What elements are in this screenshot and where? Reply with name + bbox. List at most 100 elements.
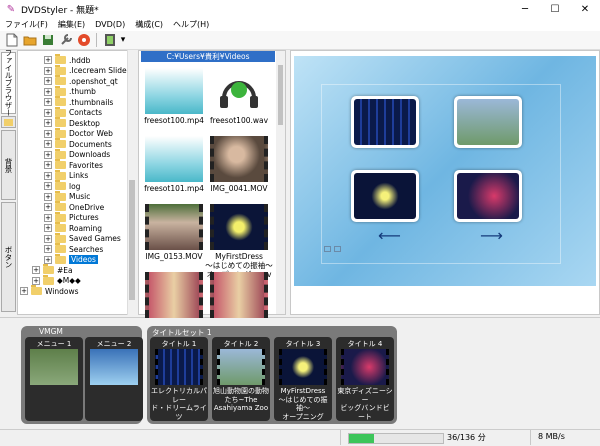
file-thumbnail[interactable] — [210, 68, 268, 114]
title-card-text: 旭山動物園の動物 たち~The Asahiyama Zoo — [213, 387, 269, 412]
menu-dvd[interactable]: DVD(D) — [90, 20, 130, 29]
expand-icon[interactable]: + — [44, 77, 52, 85]
expand-icon[interactable]: + — [20, 287, 28, 295]
expand-icon[interactable]: + — [44, 245, 52, 253]
menu-card-thumbnail — [90, 349, 138, 385]
window-title: DVDStyler - 無題* — [21, 5, 99, 16]
tree-item-label: Music — [69, 192, 91, 201]
expand-icon[interactable]: + — [44, 182, 52, 190]
file-thumbnail[interactable] — [145, 204, 203, 250]
menu-canvas[interactable]: ⟵ ⟶ — [294, 56, 596, 286]
folder-icon — [55, 138, 66, 148]
title-card[interactable]: タイトル 2 旭山動物園の動物 たち~The Asahiyama Zoo — [212, 337, 270, 421]
title-card-thumbnail — [217, 349, 265, 385]
new-file-button[interactable] — [3, 32, 20, 48]
tree-item-label: Downloads — [69, 150, 111, 159]
title-card[interactable]: タイトル 4 東京ディズニーシー ビッグバンドビート — [336, 337, 394, 421]
tree-item-label: Searches — [69, 244, 104, 254]
tab-file-browser[interactable]: ファイルブラウザー — [1, 49, 16, 117]
expand-icon[interactable]: + — [32, 276, 40, 285]
burn-button[interactable] — [75, 32, 92, 48]
expand-icon[interactable]: + — [44, 87, 52, 96]
file-thumbnail[interactable] — [210, 272, 268, 318]
folder-icon — [55, 211, 66, 222]
menu-edit[interactable]: 編集(E) — [53, 19, 90, 30]
folder-icon — [55, 106, 66, 117]
expand-icon[interactable]: + — [32, 266, 40, 274]
expand-icon[interactable]: + — [44, 192, 52, 201]
file-thumbnail[interactable] — [210, 204, 268, 250]
tree-scroll-thumb[interactable] — [129, 180, 135, 300]
expand-icon[interactable]: + — [44, 66, 52, 75]
expand-icon[interactable]: + — [44, 224, 52, 232]
tab-buttons[interactable]: ボタン — [1, 202, 16, 312]
menu-file[interactable]: ファイル(F) — [0, 19, 53, 30]
expand-icon[interactable]: + — [44, 108, 52, 117]
expand-icon[interactable]: + — [44, 203, 52, 211]
tree-item[interactable]: + Windows — [20, 285, 78, 297]
maximize-button[interactable]: ☐ — [540, 0, 570, 18]
menu-thumb-4[interactable] — [454, 170, 522, 222]
menu-help[interactable]: ヘルプ(H) — [168, 19, 214, 30]
close-button[interactable]: ✕ — [570, 0, 600, 18]
titleset-button[interactable] — [101, 32, 118, 48]
menu-thumb-3[interactable] — [351, 170, 419, 222]
folder-icon — [4, 118, 13, 126]
expand-icon[interactable]: + — [44, 255, 52, 264]
expand-icon[interactable]: + — [44, 150, 52, 159]
rate-text: 8 MB/s — [538, 432, 565, 441]
tab-backgrounds[interactable]: 背景 — [1, 130, 16, 200]
duration-text: 36/136 分 — [447, 433, 486, 442]
file-scrollbar[interactable] — [276, 51, 285, 314]
menu-config[interactable]: 構成(C) — [130, 19, 168, 30]
dropdown-arrow-icon[interactable]: ▾ — [119, 32, 127, 48]
tree-item-label: Links — [69, 171, 89, 180]
minimize-button[interactable]: ─ — [510, 0, 540, 18]
folder-icon — [55, 127, 66, 138]
tree-item-label: Roaming — [69, 223, 102, 233]
folder-icon — [55, 190, 66, 201]
tree-item-label: ◆M◆◆ — [57, 276, 81, 285]
file-scroll-thumb[interactable] — [278, 65, 283, 125]
tree-item-label: Contacts — [69, 108, 103, 117]
next-arrow-icon[interactable]: ⟶ — [480, 226, 503, 245]
expand-icon[interactable]: + — [44, 119, 52, 127]
folder-icon — [55, 222, 66, 232]
expand-icon[interactable]: + — [44, 161, 52, 169]
folder-icon — [55, 201, 66, 211]
menu-card-label: メニュー 1 — [36, 340, 72, 348]
prev-arrow-icon[interactable]: ⟵ — [378, 226, 401, 245]
expand-icon[interactable]: + — [44, 129, 52, 138]
title-card-label: タイトル 4 — [347, 340, 383, 348]
menu-card[interactable]: メニュー 1 — [25, 337, 83, 421]
open-button[interactable] — [21, 32, 38, 48]
menu-card[interactable]: メニュー 2 — [85, 337, 143, 421]
title-card[interactable]: タイトル 1 エレクトリカルパレー ド・ドリームライツ Electrical Pa… — [150, 337, 208, 421]
tree-item-label: Pictures — [69, 213, 99, 222]
expand-icon[interactable]: + — [44, 140, 52, 148]
title-card[interactable]: タイトル 3 MyFirstDress 〜はじめての振袖〜 オープニング — [274, 337, 332, 421]
expand-icon[interactable]: + — [44, 56, 52, 64]
tab-folder[interactable] — [1, 116, 16, 128]
menu-thumb-2[interactable] — [454, 96, 522, 148]
path-bar: C:¥Users¥貴利¥Videos — [141, 51, 275, 62]
tree-scrollbar[interactable] — [127, 50, 135, 315]
expand-icon[interactable]: + — [44, 213, 52, 222]
file-thumbnail[interactable] — [145, 272, 203, 318]
menu-thumb-1[interactable] — [351, 96, 419, 148]
tree-item-label: .thumb — [69, 87, 96, 96]
save-button[interactable] — [39, 32, 56, 48]
folder-icon — [55, 169, 66, 180]
add-file-button[interactable] — [57, 32, 74, 48]
file-thumbnail[interactable] — [210, 136, 268, 182]
tree-item-label: .Icecream Slideshow — [69, 66, 134, 75]
expand-icon[interactable]: + — [44, 171, 52, 180]
tree-item-label: .openshot_qt — [69, 76, 118, 86]
expand-icon[interactable]: + — [44, 234, 52, 243]
folder-icon — [55, 253, 66, 264]
file-thumbnail[interactable] — [145, 68, 203, 114]
expand-icon[interactable]: + — [44, 98, 52, 106]
tab-backgrounds-label: 背景 — [4, 157, 13, 173]
file-thumbnail[interactable] — [145, 136, 203, 182]
title-card-label: タイトル 2 — [223, 340, 259, 348]
